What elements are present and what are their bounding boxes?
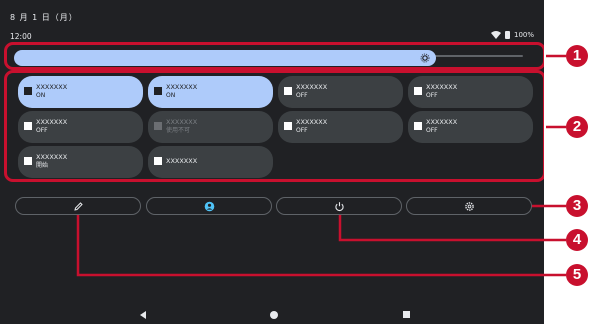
- callout-number: 1: [566, 45, 588, 67]
- power-icon: [335, 202, 344, 212]
- callout-number: 2: [566, 116, 588, 138]
- tile-icon: [24, 122, 32, 130]
- tile-name: XXXXXXX: [296, 83, 328, 91]
- quick-tile[interactable]: XXXXXXX: [148, 146, 273, 178]
- tile-icon: [284, 122, 292, 130]
- tile-state: OFF: [296, 92, 308, 99]
- quick-tile[interactable]: XXXXXXX OFF: [408, 76, 533, 108]
- quick-tile[interactable]: XXXXXXX OFF: [278, 111, 403, 143]
- power-button[interactable]: [276, 197, 402, 215]
- tile-state: ON: [166, 92, 176, 99]
- tile-name: XXXXXXX: [36, 153, 68, 161]
- tile-state: OFF: [426, 127, 438, 134]
- callout-number: 4: [566, 229, 588, 251]
- settings-icon: [465, 202, 474, 211]
- tile-name: XXXXXXX: [36, 118, 68, 126]
- quick-settings-screen: 8 月 1 日（月） 12:00 100% XXXXXXX ON XXXXXXX…: [0, 0, 544, 324]
- tile-name: XXXXXXX: [166, 118, 198, 126]
- tile-name: XXXXXXX: [166, 83, 198, 91]
- tile-icon: [154, 87, 162, 95]
- quick-settings-tiles: XXXXXXX ON XXXXXXX ON XXXXXXX OFF XXXXXX…: [4, 70, 544, 182]
- quick-tile[interactable]: XXXXXXX OFF: [18, 111, 143, 143]
- tile-state: OFF: [296, 127, 308, 134]
- quick-tile[interactable]: XXXXXXX ON: [148, 76, 273, 108]
- slider-fill[interactable]: [14, 50, 436, 66]
- tile-state: OFF: [426, 92, 438, 99]
- user-icon: [204, 201, 215, 212]
- battery-percent: 100%: [513, 31, 534, 39]
- settings-button[interactable]: [406, 197, 532, 215]
- tile-icon: [154, 122, 162, 130]
- user-button[interactable]: [146, 197, 272, 215]
- time-label: 12:00: [10, 32, 32, 41]
- tile-state: ON: [36, 92, 46, 99]
- tile-icon: [24, 87, 32, 95]
- wifi-icon: [490, 31, 501, 39]
- callout-number: 3: [566, 195, 588, 217]
- tile-icon: [414, 87, 422, 95]
- brightness-icon: [420, 53, 430, 63]
- tile-name: XXXXXXX: [296, 118, 328, 126]
- tile-name: XXXXXXX: [166, 157, 198, 165]
- tile-name: XXXXXXX: [426, 83, 458, 91]
- battery-icon: [504, 31, 510, 39]
- tile-icon: [284, 87, 292, 95]
- callout-number: 5: [566, 264, 588, 286]
- date-label: 8 月 1 日（月）: [10, 13, 78, 22]
- edit-icon: [74, 202, 83, 211]
- home-icon[interactable]: [270, 311, 278, 319]
- edit-button[interactable]: [15, 197, 141, 215]
- status-icons: 100%: [490, 31, 534, 39]
- quick-tile[interactable]: XXXXXXX ON: [18, 76, 143, 108]
- tile-state: 使用不可: [166, 127, 191, 134]
- quick-tile[interactable]: XXXXXXX 開始: [18, 146, 143, 178]
- recent-apps-icon[interactable]: [403, 311, 410, 318]
- back-icon[interactable]: [140, 311, 146, 319]
- tile-icon: [414, 122, 422, 130]
- tile-name: XXXXXXX: [36, 83, 68, 91]
- tile-icon: [154, 157, 162, 165]
- tile-state: OFF: [36, 127, 48, 134]
- quick-tile[interactable]: XXXXXXX 使用不可: [148, 111, 273, 143]
- tile-icon: [24, 157, 32, 165]
- quick-tile[interactable]: XXXXXXX OFF: [278, 76, 403, 108]
- tile-state: 開始: [36, 162, 49, 169]
- tile-name: XXXXXXX: [426, 118, 458, 126]
- brightness-slider[interactable]: [4, 42, 544, 70]
- quick-tile[interactable]: XXXXXXX OFF: [408, 111, 533, 143]
